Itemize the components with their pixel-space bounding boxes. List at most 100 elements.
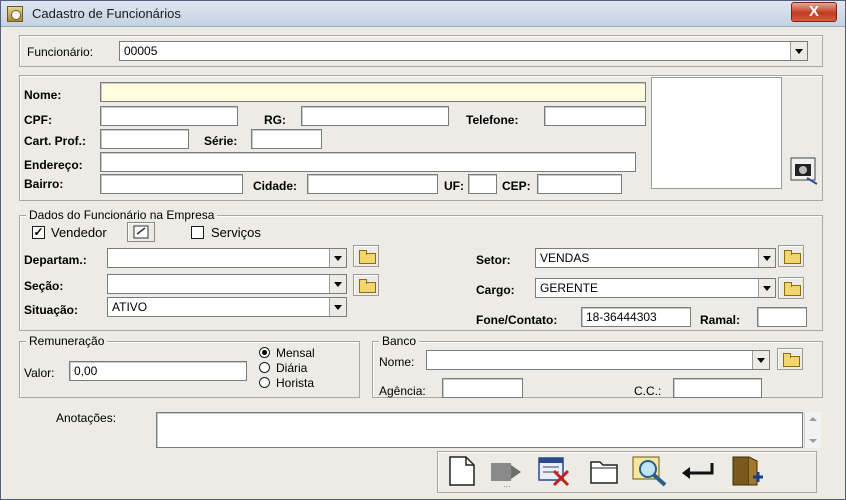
employee-register-window: Cadastro de Funcionários X Funcionário: … (0, 0, 846, 500)
remuneracao-legend: Remuneração (26, 334, 108, 348)
chevron-down-icon[interactable] (790, 42, 807, 60)
uf-input[interactable] (468, 174, 497, 194)
anotacoes-scrollbar[interactable] (804, 412, 821, 448)
scroll-up-icon[interactable] (809, 417, 817, 421)
app-icon (7, 6, 23, 22)
banco-folder-button[interactable] (777, 348, 803, 370)
anotacoes-label: Anotações: (56, 411, 117, 425)
cargo-label: Cargo: (476, 283, 515, 297)
diaria-label: Diária (276, 361, 308, 375)
situacao-select[interactable]: ATIVO (107, 297, 347, 317)
save-icon[interactable]: ... (487, 453, 527, 489)
employee-photo-frame[interactable] (651, 77, 782, 189)
chevron-down-icon[interactable] (752, 351, 769, 369)
telefone-input[interactable] (544, 106, 646, 126)
employee-selector-panel: Funcionário: 00005 (19, 35, 823, 67)
ramal-input[interactable] (757, 307, 807, 327)
cpf-label: CPF: (24, 113, 52, 127)
setor-folder-button[interactable] (778, 245, 804, 267)
setor-label: Setor: (476, 253, 511, 267)
vendedor-edit-button[interactable] (127, 222, 155, 242)
horista-radio[interactable] (259, 377, 270, 388)
agencia-input[interactable] (442, 378, 523, 398)
nome-input[interactable] (100, 82, 646, 102)
remuneracao-group: Remuneração Valor: 0,00 Mensal Diária Ho… (19, 334, 360, 398)
open-icon[interactable] (585, 453, 625, 489)
window-title: Cadastro de Funcionários (32, 6, 181, 21)
setor-value: VENDAS (540, 251, 590, 265)
setor-select[interactable]: VENDAS (535, 248, 776, 268)
ramal-label: Ramal: (700, 313, 741, 327)
fone-contato-input[interactable]: 18-36444303 (581, 307, 691, 327)
bairro-label: Bairro: (24, 177, 64, 191)
cargo-select[interactable]: GERENTE (535, 278, 776, 298)
serie-input[interactable] (251, 129, 322, 149)
agencia-label: Agência: (379, 384, 426, 398)
rg-label: RG: (264, 113, 286, 127)
mensal-label: Mensal (276, 346, 315, 360)
company-data-group: Dados do Funcionário na Empresa ✓ Vended… (19, 208, 823, 331)
chevron-down-icon[interactable] (329, 298, 346, 316)
cidade-label: Cidade: (253, 179, 298, 193)
personal-data-panel: Nome: CPF: RG: Telefone: Cart. Prof.: Sé… (19, 75, 823, 201)
cep-label: CEP: (502, 179, 531, 193)
bairro-input[interactable] (100, 174, 243, 194)
banco-legend: Banco (379, 334, 420, 348)
secao-label: Seção: (24, 279, 64, 293)
anotacoes-textarea[interactable] (156, 412, 803, 448)
title-bar: Cadastro de Funcionários X (1, 1, 845, 27)
valor-input[interactable]: 0,00 (69, 361, 247, 381)
horista-label: Horista (276, 376, 315, 390)
servicos-label: Serviços (211, 225, 261, 240)
cc-input[interactable] (673, 378, 762, 398)
cart-prof-input[interactable] (100, 129, 189, 149)
endereco-label: Endereço: (24, 158, 83, 172)
chevron-down-icon[interactable] (329, 275, 346, 293)
chevron-down-icon[interactable] (329, 249, 346, 267)
uf-label: UF: (444, 179, 464, 193)
cidade-input[interactable] (307, 174, 438, 194)
chevron-down-icon[interactable] (758, 279, 775, 297)
departam-select[interactable] (107, 248, 347, 268)
departam-folder-button[interactable] (353, 245, 379, 267)
close-button[interactable]: X (791, 2, 837, 22)
chevron-down-icon[interactable] (758, 249, 775, 267)
serie-label: Série: (204, 134, 238, 148)
cart-prof-label: Cart. Prof.: (24, 134, 87, 148)
svg-text:...: ... (503, 480, 511, 489)
funcionario-label: Funcionário: (27, 45, 94, 59)
search-icon[interactable] (630, 453, 670, 489)
confirm-icon[interactable] (678, 453, 718, 489)
departam-label: Departam.: (24, 253, 87, 267)
banco-nome-label: Nome: (379, 355, 415, 369)
company-data-legend: Dados do Funcionário na Empresa (26, 208, 218, 222)
banco-group: Banco Nome: Agência: C.C.: (372, 334, 823, 398)
banco-nome-select[interactable] (426, 350, 770, 370)
vendedor-checkbox[interactable]: ✓ (32, 226, 45, 239)
endereco-input[interactable] (100, 152, 636, 172)
scroll-down-icon[interactable] (809, 439, 817, 443)
cep-input[interactable] (537, 174, 622, 194)
cc-label: C.C.: (634, 384, 662, 398)
delete-icon[interactable] (534, 453, 574, 489)
situacao-value: ATIVO (112, 300, 148, 314)
cpf-input[interactable] (100, 106, 238, 126)
secao-folder-button[interactable] (353, 274, 379, 296)
fone-contato-label: Fone/Contato: (476, 313, 558, 327)
nome-label: Nome: (24, 88, 62, 102)
cargo-value: GERENTE (540, 281, 599, 295)
servicos-checkbox[interactable] (191, 226, 204, 239)
new-document-icon[interactable] (442, 453, 482, 489)
diaria-radio[interactable] (259, 362, 270, 373)
exit-icon[interactable] (727, 453, 767, 489)
situacao-label: Situação: (24, 303, 79, 317)
secao-select[interactable] (107, 274, 347, 294)
camera-icon[interactable] (789, 152, 819, 186)
vendedor-label: Vendedor (51, 225, 107, 240)
rg-input[interactable] (301, 106, 449, 126)
telefone-label: Telefone: (466, 113, 519, 127)
cargo-folder-button[interactable] (778, 277, 804, 299)
valor-label: Valor: (24, 366, 55, 380)
funcionario-select[interactable]: 00005 (119, 41, 808, 61)
mensal-radio[interactable] (259, 347, 270, 358)
